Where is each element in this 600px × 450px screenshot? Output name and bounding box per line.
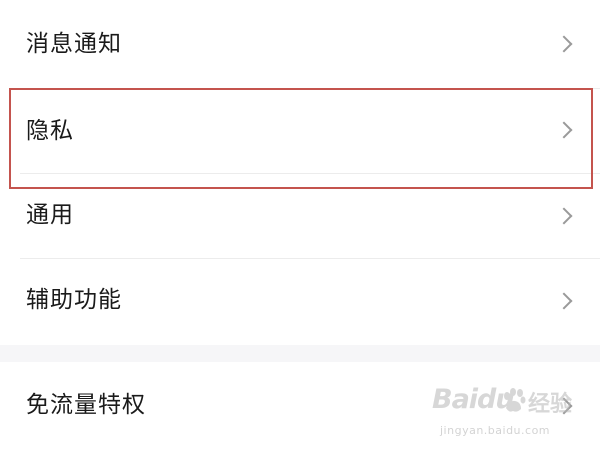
settings-item-label: 通用	[26, 202, 74, 228]
settings-item-notifications[interactable]: 消息通知	[0, 0, 600, 88]
chevron-right-icon	[555, 121, 573, 139]
settings-item-label: 免流量特权	[26, 392, 146, 418]
settings-item-general[interactable]: 通用	[0, 174, 600, 258]
chevron-right-icon	[555, 397, 573, 415]
settings-item-accessibility[interactable]: 辅助功能	[0, 259, 600, 345]
chevron-right-icon	[555, 292, 573, 310]
settings-item-label: 隐私	[26, 118, 74, 144]
settings-screen: 消息通知 隐私 通用 辅助功能 免流量特权 Baidu 经验 jingyan.b…	[0, 0, 600, 450]
settings-item-label: 消息通知	[26, 31, 122, 57]
settings-item-label: 辅助功能	[26, 287, 122, 313]
settings-item-privacy[interactable]: 隐私	[0, 89, 600, 173]
settings-item-free-data[interactable]: 免流量特权	[0, 362, 600, 450]
chevron-right-icon	[555, 207, 573, 225]
chevron-right-icon	[555, 35, 573, 53]
